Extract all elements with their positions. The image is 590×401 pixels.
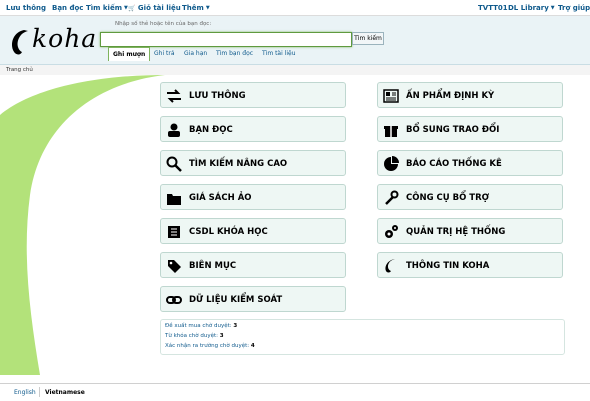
tab-checkin[interactable]: Ghi trả xyxy=(154,47,175,60)
module-patrons[interactable]: BẠN ĐỌC xyxy=(160,116,346,142)
gift-icon xyxy=(384,126,398,137)
tab-renew[interactable]: Gia hạn xyxy=(184,47,207,60)
module-reports[interactable]: BÁO CÁO THỐNG KÊ xyxy=(377,150,563,176)
search-icon xyxy=(166,156,182,172)
pending-discharges[interactable]: Xác nhận ra trường chờ duyệt: 4 xyxy=(165,343,255,349)
arrows-exchange-icon xyxy=(167,89,181,103)
tab-search-patrons[interactable]: Tìm bạn đọc xyxy=(216,47,253,60)
patron-search-input[interactable] xyxy=(100,32,352,47)
nav-cart[interactable]: 🛒 Giỏ tài liệu xyxy=(128,4,181,12)
chevron-down-icon: ▼ xyxy=(550,5,555,11)
module-authorities[interactable]: DỮ LIỆU KIỂM SOÁT xyxy=(160,286,346,312)
lang-vietnamese: Vietnamese xyxy=(45,389,85,396)
nav-help[interactable]: Trợ giúp xyxy=(558,4,590,12)
module-lists[interactable]: GIÁ SÁCH ẢO xyxy=(160,184,346,210)
gears-icon xyxy=(385,225,398,238)
breadcrumb: Trang chủ xyxy=(0,65,590,75)
module-about-koha[interactable]: THÔNG TIN KOHA xyxy=(377,252,563,278)
koha-logo[interactable]: koha xyxy=(10,24,96,56)
nav-user[interactable]: TVTT01 xyxy=(478,4,508,12)
lang-english[interactable]: English xyxy=(14,389,36,396)
tab-search-catalog[interactable]: Tìm tài liệu xyxy=(262,47,296,60)
language-footer: English Vietnamese xyxy=(0,383,590,401)
pending-tags[interactable]: Từ khóa chờ duyệt: 3 xyxy=(165,333,224,339)
nav-search[interactable]: Tìm kiếm ▼ xyxy=(86,4,128,12)
chevron-down-icon: ▼ xyxy=(205,5,210,11)
book-icon xyxy=(168,226,180,238)
tab-checkout[interactable]: Ghi mượn xyxy=(108,47,151,61)
module-serials[interactable]: ẤN PHẨM ĐỊNH KỲ xyxy=(377,82,563,108)
module-course-reserves[interactable]: CSDL KHÓA HỌC xyxy=(160,218,346,244)
module-tools[interactable]: CÔNG CỤ BỔ TRỢ xyxy=(377,184,563,210)
pie-chart-icon xyxy=(384,156,399,171)
module-advanced-search[interactable]: TÌM KIẾM NÂNG CAO xyxy=(160,150,346,176)
pending-suggestions[interactable]: Đề xuất mua chờ duyệt: 3 xyxy=(165,323,237,329)
nav-more[interactable]: Thêm ▼ xyxy=(182,4,210,12)
header: koha Nhập số thẻ hoặc tên của bạn đọc: T… xyxy=(0,16,590,65)
wrench-icon xyxy=(385,190,399,205)
module-circulation[interactable]: LƯU THÔNG xyxy=(160,82,346,108)
leaf-background-icon xyxy=(0,75,165,375)
nav-library[interactable]: DL Library ▼ xyxy=(508,4,555,12)
cart-icon: 🛒 xyxy=(128,5,136,12)
top-navigation: Lưu thông Bạn đọc Tìm kiếm ▼ 🛒 Giỏ tài li… xyxy=(0,0,590,16)
module-administration[interactable]: QUẢN TRỊ HỆ THỐNG xyxy=(377,218,563,244)
divider xyxy=(39,387,40,397)
nav-circulation[interactable]: Lưu thông xyxy=(6,4,46,12)
search-button[interactable]: Tìm kiếm xyxy=(352,32,384,45)
user-icon xyxy=(168,123,180,137)
tag-icon xyxy=(168,260,181,273)
koha-leaf-icon xyxy=(385,259,395,273)
newspaper-icon xyxy=(383,89,399,103)
nav-patrons[interactable]: Bạn đọc xyxy=(52,4,83,12)
folder-icon xyxy=(167,194,181,205)
link-icon xyxy=(166,296,182,304)
search-hint: Nhập số thẻ hoặc tên của bạn đọc: xyxy=(115,21,212,27)
pending-approvals: Đề xuất mua chờ duyệt: 3 Từ khóa chờ duy… xyxy=(160,319,565,355)
leaf-logo-icon xyxy=(12,30,28,55)
module-cataloging[interactable]: BIÊN MỤC xyxy=(160,252,346,278)
module-acquisitions[interactable]: BỔ SUNG TRAO ĐỔI xyxy=(377,116,563,142)
